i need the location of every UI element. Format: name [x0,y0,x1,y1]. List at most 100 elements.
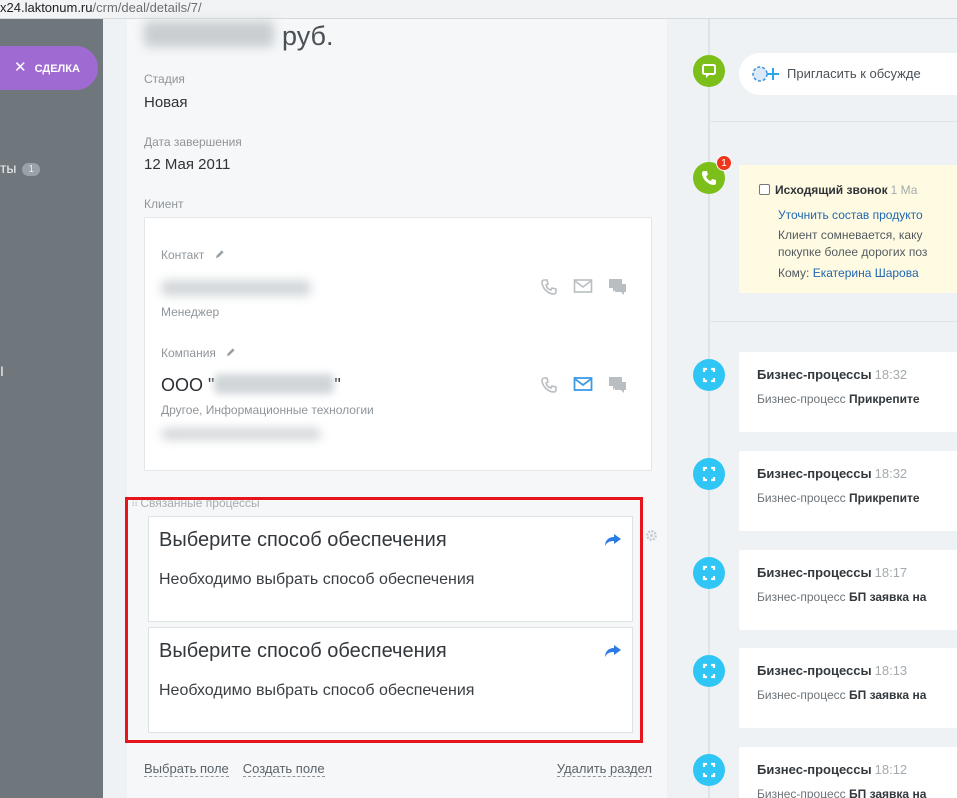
stage-value[interactable]: Новая [144,94,187,111]
company-actions [540,376,628,394]
business-process-icon [693,754,725,786]
entry-body: Бизнес-процесс БП заявка на [757,787,926,798]
entry-prefix: Бизнес-процесс [757,590,846,604]
add-user-icon [752,66,779,82]
business-process-icon [693,655,725,687]
contact-label: Контакт [161,248,205,262]
process-description: Необходимо выбрать способ обеспечения [159,571,475,588]
timeline-entry[interactable]: Бизнес-процессы 18:13 Бизнес-процесс БП з… [739,648,957,728]
entry-body: Бизнес-процесс Прикрепите [757,491,920,505]
company-name[interactable]: ООО " " [161,374,341,396]
sidebar-item[interactable]: ты 1 [0,160,41,176]
currency-label: руб. [282,21,334,51]
company-label: Компания [161,346,216,360]
pencil-icon[interactable] [214,249,225,260]
call-subject-link[interactable]: Уточнить состав продукто [778,208,923,222]
deal-details-card: руб. Стадия Новая Дата завершения 12 Мая… [125,19,667,798]
invite-discussion-button[interactable]: Пригласить к обсужде [739,53,957,95]
entry-time: 18:13 [874,663,908,678]
process-card[interactable]: Выберите способ обеспечения Необходимо в… [148,516,633,622]
entry-title-text: Бизнес-процессы [757,762,872,777]
entry-title: Бизнес-процессы 18:32 [757,466,907,481]
entry-time: 18:12 [874,762,908,777]
deal-amount: руб. [144,21,333,52]
entry-process-name[interactable]: Прикрепите [849,491,920,505]
recipient-link[interactable]: Екатерина Шарова [813,266,919,280]
pencil-icon[interactable] [225,347,236,358]
phone-call-icon: 1 [693,155,732,194]
contact-role: Менеджер [161,305,220,319]
complete-checkbox[interactable] [759,184,770,195]
call-recipient: Кому: Екатерина Шарова [778,266,919,280]
activity-timeline: Пригласить к обсужде 1 Исходящий звонок 1… [667,19,957,798]
client-label: Клиент [144,197,184,211]
process-card[interactable]: Выберите способ обеспечения Необходимо в… [148,627,633,733]
timeline-divider [708,321,957,322]
url-path: /crm/deal/details/7/ [92,0,202,15]
call-description-line: Клиент сомневается, каку [778,228,923,242]
timeline-divider [708,121,957,122]
entry-process-name[interactable]: БП заявка на [849,787,926,798]
entry-process-name[interactable]: БП заявка на [849,590,926,604]
chat-icon[interactable] [608,278,628,296]
blurred-contact-name[interactable] [161,280,311,296]
share-arrow-icon[interactable] [604,533,622,547]
email-icon[interactable] [573,376,593,392]
gear-icon[interactable] [645,529,658,542]
client-block: Контакт Менеджер Компания ООО " " Другое,… [144,217,652,471]
deal-button-label: СДЕЛКА [34,63,80,75]
outgoing-call-card[interactable]: Исходящий звонок 1 Ма Уточнить состав про… [739,165,957,293]
select-field-link[interactable]: Выбрать поле [144,761,229,777]
share-arrow-icon[interactable] [604,644,622,658]
left-sidebar: ✕ СДЕЛКА ты 1 І [0,19,103,798]
stage-label: Стадия [144,72,185,86]
entry-body: Бизнес-процесс БП заявка на [757,590,926,604]
company-prefix: ООО " [161,375,215,395]
entry-prefix: Бизнес-процесс [757,392,846,406]
email-icon[interactable] [573,278,593,294]
business-process-icon [693,557,725,589]
blurred-company-name [214,374,335,394]
timeline-entry[interactable]: Бизнес-процессы 18:12 Бизнес-процесс БП з… [739,747,957,798]
entry-time: 18:32 [874,466,908,481]
entry-title: Бизнес-процессы 18:17 [757,565,907,580]
company-suffix: " [334,375,341,395]
sidebar-item[interactable]: І [0,363,4,379]
entry-prefix: Бизнес-процесс [757,491,846,505]
timeline-entry[interactable]: Бизнес-процессы 18:32 Бизнес-процесс Прик… [739,451,957,531]
phone-icon[interactable] [540,376,558,394]
timeline-entry[interactable]: Бизнес-процессы 18:32 Бизнес-процесс Прик… [739,352,957,432]
close-icon: ✕ [14,59,27,76]
process-title: Выберите способ обеспечения [159,529,447,551]
company-label-row: Компания [161,346,236,360]
contact-actions [540,278,628,296]
entry-title: Бизнес-процессы 18:13 [757,663,907,678]
entry-title-text: Бизнес-процессы [757,565,872,580]
notification-badge: 1 [716,155,732,171]
entry-time: 18:32 [874,367,908,382]
company-industry: Другое, Информационные технологии [161,403,374,417]
invite-text: Пригласить к обсужде [787,66,921,81]
blurred-company-email[interactable] [161,428,321,440]
phone-icon[interactable] [540,278,558,296]
blurred-amount [144,21,274,47]
timeline-entry[interactable]: Бизнес-процессы 18:17 Бизнес-процесс БП з… [739,550,957,630]
comment-icon [693,55,725,87]
entry-body: Бизнес-процесс Прикрепите [757,392,920,406]
call-header: Исходящий звонок 1 Ма [759,183,917,197]
entry-title-text: Бизнес-процессы [757,663,872,678]
entry-body: Бизнес-процесс БП заявка на [757,688,926,702]
field-actions: Выбрать поле Создать поле [144,761,339,777]
sidebar-item-label: ты [0,160,17,176]
entry-process-name[interactable]: Прикрепите [849,392,920,406]
entry-process-name[interactable]: БП заявка на [849,688,926,702]
address-bar[interactable]: x24.laktonum.ru/crm/deal/details/7/ [0,0,957,19]
delete-section-link[interactable]: Удалить раздел [556,761,652,777]
entry-title-text: Бизнес-процессы [757,466,872,481]
create-field-link[interactable]: Создать поле [242,761,325,777]
close-date-value[interactable]: 12 Мая 2011 [144,156,230,173]
close-deal-button[interactable]: ✕ СДЕЛКА [0,46,98,90]
entry-title: Бизнес-процессы 18:12 [757,762,907,777]
entry-time: 18:17 [874,565,908,580]
chat-icon[interactable] [608,376,628,394]
